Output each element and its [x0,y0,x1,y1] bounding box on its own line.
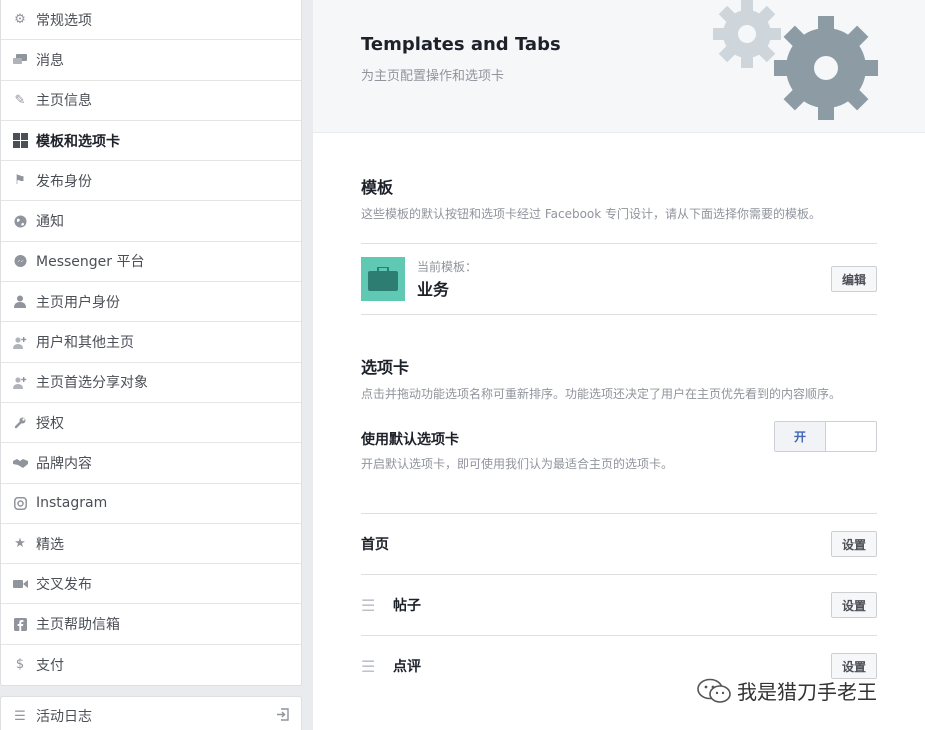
pencil-icon: ✎ [14,92,26,108]
current-template-row: 当前模板： 业务 编辑 [361,243,877,315]
sidebar-item-label: Messenger 平台 [36,254,145,271]
sidebar-item-label: 主页首选分享对象 [36,375,148,392]
sidebar-item-publishing-identity[interactable]: ⚑ 发布身份 [1,161,301,202]
sidebar-item-label: 消息 [36,52,64,69]
sidebar-item-label: 交叉发布 [36,576,92,593]
tab-row[interactable]: ☰ 帖子 设置 [361,574,877,635]
sidebar-item-messenger-platform[interactable]: Messenger 平台 [1,242,301,283]
toggle-off-area [826,422,876,451]
briefcase-icon [361,257,405,301]
flag-icon: ⚑ [14,173,26,189]
sidebar-item-label: 品牌内容 [36,455,92,472]
sidebar-item-preferred-audience[interactable]: 主页首选分享对象 [1,363,301,403]
sidebar-item-featured[interactable]: ★ 精选 [1,524,301,565]
person-plus-icon [12,334,28,350]
sidebar-item-label: 模板和选项卡 [36,133,120,150]
activity-log-label: 活动日志 [36,709,92,725]
tabs-section: 选项卡 点击并拖动功能选项名称可重新排序。功能选项还决定了用户在主页优先看到的内… [361,354,877,696]
sidebar-item-messages[interactable]: 消息 [1,40,301,81]
current-template-label: 当前模板： [417,260,478,274]
current-template-name: 业务 [417,280,450,299]
messenger-icon [12,253,28,269]
templates-description: 这些模板的默认按钮和选项卡经过 Facebook 专门设计，请从下面选择你需要的… [361,207,822,221]
handshake-icon [12,455,28,471]
sidebar-item-label: 授权 [36,415,64,432]
sidebar-item-label: 主页用户身份 [36,294,120,311]
sidebar-item-label: 发布身份 [36,173,92,190]
tabs-description: 点击并拖动功能选项名称可重新排序。功能选项还决定了用户在主页优先看到的内容顺序。 [361,387,842,401]
gears-illustration-icon [713,0,878,120]
gear-icon: ⚙ [14,12,26,28]
tab-row[interactable]: ☰ 点评 设置 [361,635,877,696]
sidebar-item-authorizations[interactable]: 授权 [1,403,301,444]
sidebar-item-notifications[interactable]: 通知 [1,201,301,242]
default-tabs-row: 使用默认选项卡 开启默认选项卡，即可使用我们认为最适合主页的选项卡。 开 [361,421,877,477]
current-template-info: 当前模板： 业务 [417,258,477,300]
tab-row: 首页 设置 [361,513,877,574]
star-icon: ★ [14,536,26,551]
list-icon: ☰ [14,708,26,724]
facebook-icon [12,616,28,632]
tab-settings-button[interactable]: 设置 [830,592,877,618]
tab-label: 点评 [393,659,421,675]
person-plus-icon [12,374,28,390]
sidebar-item-label: 主页信息 [36,93,92,110]
grid-icon [12,133,28,149]
default-tabs-toggle[interactable]: 开 [774,421,877,452]
sidebar-item-templates-tabs[interactable]: 模板和选项卡 [1,121,301,162]
settings-content: 模板 这些模板的默认按钮和选项卡经过 Facebook 专门设计，请从下面选择你… [313,174,925,696]
sidebar-item-crossposting[interactable]: 交叉发布 [1,564,301,605]
globe-icon [12,213,28,229]
sidebar-item-label: 精选 [36,536,64,553]
tabs-title: 选项卡 [361,358,410,377]
sidebar-item-instagram[interactable]: Instagram [1,484,301,524]
dollar-icon: $ [15,657,25,673]
sidebar-item-general[interactable]: ⚙ 常规选项 [1,0,301,41]
edit-template-button[interactable]: 编辑 [830,266,877,292]
drag-handle-icon[interactable]: ☰ [361,596,393,615]
sidebar-item-branded-content[interactable]: 品牌内容 [1,443,301,484]
instagram-icon [12,495,28,511]
video-icon [12,576,28,592]
default-tabs-description: 开启默认选项卡，即可使用我们认为最适合主页的选项卡。 [361,457,674,471]
person-icon [12,294,28,310]
sidebar-item-activity-log[interactable]: ☰ 活动日志 [0,696,302,730]
sidebar-item-payments[interactable]: $ 支付 [1,645,301,685]
wrench-icon [12,415,28,431]
tab-settings-button[interactable]: 设置 [830,531,877,557]
sidebar-item-label: 常规选项 [36,12,92,29]
drag-handle-icon[interactable]: ☰ [361,657,393,676]
sidebar-item-people-other-pages[interactable]: 用户和其他主页 [1,322,301,363]
templates-title: 模板 [361,178,394,197]
tab-label: 首页 [361,537,389,553]
sidebar-item-page-roles[interactable]: 主页用户身份 [1,282,301,323]
messages-icon [12,52,28,68]
sidebar-item-page-info[interactable]: ✎ 主页信息 [1,81,301,121]
sidebar-item-support-inbox[interactable]: 主页帮助信箱 [1,604,301,645]
page-header: Templates and Tabs 为主页配置操作和选项卡 [313,0,925,133]
tab-list: 首页 设置 ☰ 帖子 设置 ☰ 点评 设置 [361,513,877,696]
tab-settings-button[interactable]: 设置 [830,653,877,679]
settings-nav: ⚙ 常规选项 消息 ✎ 主页信息 模板和选项卡 ⚑ 发布身份 通知 Messen… [0,0,302,687]
sidebar-item-label: 通知 [36,214,64,231]
exit-icon [276,707,289,725]
tab-label: 帖子 [393,598,421,614]
sidebar-item-label: 支付 [36,657,64,674]
settings-sidebar: ⚙ 常规选项 消息 ✎ 主页信息 模板和选项卡 ⚑ 发布身份 通知 Messen… [0,0,302,730]
sidebar-item-label: 用户和其他主页 [36,335,134,352]
main-panel: Templates and Tabs 为主页配置操作和选项卡 模板 这些模板的默… [313,0,925,730]
sidebar-item-label: Instagram [36,495,108,512]
templates-section: 模板 这些模板的默认按钮和选项卡经过 Facebook 专门设计，请从下面选择你… [361,174,877,315]
toggle-on-label: 开 [775,422,826,451]
sidebar-item-label: 主页帮助信箱 [36,617,120,634]
